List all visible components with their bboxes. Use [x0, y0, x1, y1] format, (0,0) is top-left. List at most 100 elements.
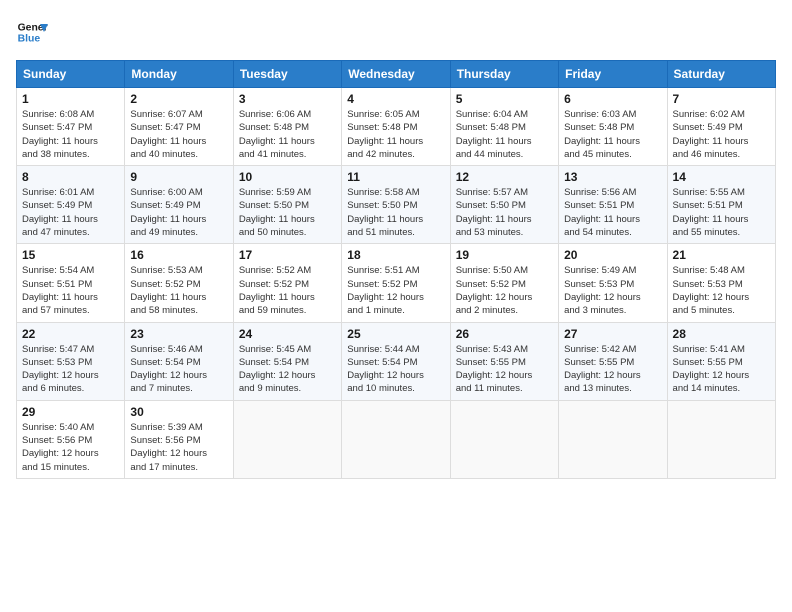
- calendar-week-2: 8Sunrise: 6:01 AM Sunset: 5:49 PM Daylig…: [17, 166, 776, 244]
- day-info: Sunrise: 5:42 AM Sunset: 5:55 PM Dayligh…: [564, 343, 661, 396]
- calendar-cell: 2Sunrise: 6:07 AM Sunset: 5:47 PM Daylig…: [125, 88, 233, 166]
- day-number: 28: [673, 327, 770, 341]
- dow-header-tuesday: Tuesday: [233, 61, 341, 88]
- calendar-week-4: 22 Sunrise: 5:47 AM Sunset: 5:53 PM Dayli…: [17, 322, 776, 400]
- calendar-cell: 14 Sunrise: 5:55 AM Sunset: 5:51 PM Dayli…: [667, 166, 775, 244]
- day-number: 2: [130, 92, 227, 106]
- day-info: Sunrise: 5:55 AM Sunset: 5:51 PM Dayligh…: [673, 186, 770, 239]
- day-number: 24: [239, 327, 336, 341]
- day-number: 19: [456, 248, 553, 262]
- page-header: General Blue: [16, 16, 776, 48]
- dow-header-monday: Monday: [125, 61, 233, 88]
- calendar-cell: [450, 400, 558, 478]
- calendar-cell: 26Sunrise: 5:43 AM Sunset: 5:55 PM Dayli…: [450, 322, 558, 400]
- day-info: Sunrise: 5:58 AM Sunset: 5:50 PM Dayligh…: [347, 186, 444, 239]
- svg-text:Blue: Blue: [18, 34, 41, 45]
- calendar-week-1: 1 Sunrise: 6:08 AM Sunset: 5:47 PM Daylig…: [17, 88, 776, 166]
- day-number: 29: [22, 405, 119, 419]
- dow-header-saturday: Saturday: [667, 61, 775, 88]
- calendar-cell: 18 Sunrise: 5:51 AM Sunset: 5:52 PM Dayli…: [342, 244, 450, 322]
- calendar-cell: 16Sunrise: 5:53 AM Sunset: 5:52 PM Dayli…: [125, 244, 233, 322]
- calendar-cell: [667, 400, 775, 478]
- day-number: 22: [22, 327, 119, 341]
- day-number: 27: [564, 327, 661, 341]
- calendar-cell: 28 Sunrise: 5:41 AM Sunset: 5:55 PM Dayli…: [667, 322, 775, 400]
- logo: General Blue: [16, 16, 48, 48]
- day-info: Sunrise: 5:52 AM Sunset: 5:52 PM Dayligh…: [239, 264, 336, 317]
- day-number: 25: [347, 327, 444, 341]
- day-number: 15: [22, 248, 119, 262]
- day-info: Sunrise: 5:39 AM Sunset: 5:56 PM Dayligh…: [130, 421, 227, 474]
- day-info: Sunrise: 5:41 AM Sunset: 5:55 PM Dayligh…: [673, 343, 770, 396]
- calendar-cell: 1 Sunrise: 6:08 AM Sunset: 5:47 PM Daylig…: [17, 88, 125, 166]
- day-info: Sunrise: 6:00 AM Sunset: 5:49 PM Dayligh…: [130, 186, 227, 239]
- day-of-week-row: SundayMondayTuesdayWednesdayThursdayFrid…: [17, 61, 776, 88]
- day-info: Sunrise: 5:57 AM Sunset: 5:50 PM Dayligh…: [456, 186, 553, 239]
- calendar-week-3: 15 Sunrise: 5:54 AM Sunset: 5:51 PM Dayli…: [17, 244, 776, 322]
- day-info: Sunrise: 5:54 AM Sunset: 5:51 PM Dayligh…: [22, 264, 119, 317]
- day-number: 30: [130, 405, 227, 419]
- calendar-cell: 3Sunrise: 6:06 AM Sunset: 5:48 PM Daylig…: [233, 88, 341, 166]
- day-number: 8: [22, 170, 119, 184]
- calendar-cell: 24 Sunrise: 5:45 AM Sunset: 5:54 PM Dayli…: [233, 322, 341, 400]
- calendar-cell: 10 Sunrise: 5:59 AM Sunset: 5:50 PM Dayli…: [233, 166, 341, 244]
- calendar-cell: 12 Sunrise: 5:57 AM Sunset: 5:50 PM Dayli…: [450, 166, 558, 244]
- calendar-cell: [342, 400, 450, 478]
- day-info: Sunrise: 5:51 AM Sunset: 5:52 PM Dayligh…: [347, 264, 444, 317]
- day-number: 12: [456, 170, 553, 184]
- calendar-table: SundayMondayTuesdayWednesdayThursdayFrid…: [16, 60, 776, 479]
- calendar-cell: 30 Sunrise: 5:39 AM Sunset: 5:56 PM Dayli…: [125, 400, 233, 478]
- calendar-cell: 21Sunrise: 5:48 AM Sunset: 5:53 PM Dayli…: [667, 244, 775, 322]
- day-number: 11: [347, 170, 444, 184]
- calendar-cell: 20 Sunrise: 5:49 AM Sunset: 5:53 PM Dayli…: [559, 244, 667, 322]
- day-number: 21: [673, 248, 770, 262]
- day-number: 14: [673, 170, 770, 184]
- calendar-cell: 8Sunrise: 6:01 AM Sunset: 5:49 PM Daylig…: [17, 166, 125, 244]
- dow-header-thursday: Thursday: [450, 61, 558, 88]
- calendar-cell: 15 Sunrise: 5:54 AM Sunset: 5:51 PM Dayli…: [17, 244, 125, 322]
- calendar-cell: 6 Sunrise: 6:03 AM Sunset: 5:48 PM Daylig…: [559, 88, 667, 166]
- day-number: 7: [673, 92, 770, 106]
- calendar-week-5: 29 Sunrise: 5:40 AM Sunset: 5:56 PM Dayli…: [17, 400, 776, 478]
- day-info: Sunrise: 5:45 AM Sunset: 5:54 PM Dayligh…: [239, 343, 336, 396]
- day-number: 17: [239, 248, 336, 262]
- calendar-cell: 29 Sunrise: 5:40 AM Sunset: 5:56 PM Dayli…: [17, 400, 125, 478]
- day-number: 4: [347, 92, 444, 106]
- day-info: Sunrise: 5:40 AM Sunset: 5:56 PM Dayligh…: [22, 421, 119, 474]
- day-info: Sunrise: 5:53 AM Sunset: 5:52 PM Dayligh…: [130, 264, 227, 317]
- calendar-cell: 13Sunrise: 5:56 AM Sunset: 5:51 PM Dayli…: [559, 166, 667, 244]
- day-info: Sunrise: 5:50 AM Sunset: 5:52 PM Dayligh…: [456, 264, 553, 317]
- calendar-cell: 7 Sunrise: 6:02 AM Sunset: 5:49 PM Daylig…: [667, 88, 775, 166]
- day-info: Sunrise: 6:08 AM Sunset: 5:47 PM Dayligh…: [22, 108, 119, 161]
- day-number: 6: [564, 92, 661, 106]
- dow-header-wednesday: Wednesday: [342, 61, 450, 88]
- day-number: 18: [347, 248, 444, 262]
- calendar-cell: 5Sunrise: 6:04 AM Sunset: 5:48 PM Daylig…: [450, 88, 558, 166]
- day-number: 10: [239, 170, 336, 184]
- calendar-cell: 19 Sunrise: 5:50 AM Sunset: 5:52 PM Dayli…: [450, 244, 558, 322]
- logo-icon: General Blue: [16, 16, 48, 48]
- day-number: 20: [564, 248, 661, 262]
- calendar-cell: 9Sunrise: 6:00 AM Sunset: 5:49 PM Daylig…: [125, 166, 233, 244]
- calendar-cell: 17 Sunrise: 5:52 AM Sunset: 5:52 PM Dayli…: [233, 244, 341, 322]
- day-info: Sunrise: 5:49 AM Sunset: 5:53 PM Dayligh…: [564, 264, 661, 317]
- day-info: Sunrise: 6:03 AM Sunset: 5:48 PM Dayligh…: [564, 108, 661, 161]
- calendar-cell: [233, 400, 341, 478]
- day-number: 1: [22, 92, 119, 106]
- calendar-cell: 22 Sunrise: 5:47 AM Sunset: 5:53 PM Dayli…: [17, 322, 125, 400]
- dow-header-sunday: Sunday: [17, 61, 125, 88]
- day-info: Sunrise: 6:06 AM Sunset: 5:48 PM Dayligh…: [239, 108, 336, 161]
- calendar-cell: 4 Sunrise: 6:05 AM Sunset: 5:48 PM Daylig…: [342, 88, 450, 166]
- calendar-cell: 27 Sunrise: 5:42 AM Sunset: 5:55 PM Dayli…: [559, 322, 667, 400]
- day-info: Sunrise: 5:59 AM Sunset: 5:50 PM Dayligh…: [239, 186, 336, 239]
- day-info: Sunrise: 5:47 AM Sunset: 5:53 PM Dayligh…: [22, 343, 119, 396]
- day-number: 13: [564, 170, 661, 184]
- day-info: Sunrise: 5:43 AM Sunset: 5:55 PM Dayligh…: [456, 343, 553, 396]
- calendar-cell: 11 Sunrise: 5:58 AM Sunset: 5:50 PM Dayli…: [342, 166, 450, 244]
- calendar-cell: [559, 400, 667, 478]
- day-info: Sunrise: 6:05 AM Sunset: 5:48 PM Dayligh…: [347, 108, 444, 161]
- day-info: Sunrise: 6:02 AM Sunset: 5:49 PM Dayligh…: [673, 108, 770, 161]
- day-info: Sunrise: 5:46 AM Sunset: 5:54 PM Dayligh…: [130, 343, 227, 396]
- day-number: 5: [456, 92, 553, 106]
- day-info: Sunrise: 5:44 AM Sunset: 5:54 PM Dayligh…: [347, 343, 444, 396]
